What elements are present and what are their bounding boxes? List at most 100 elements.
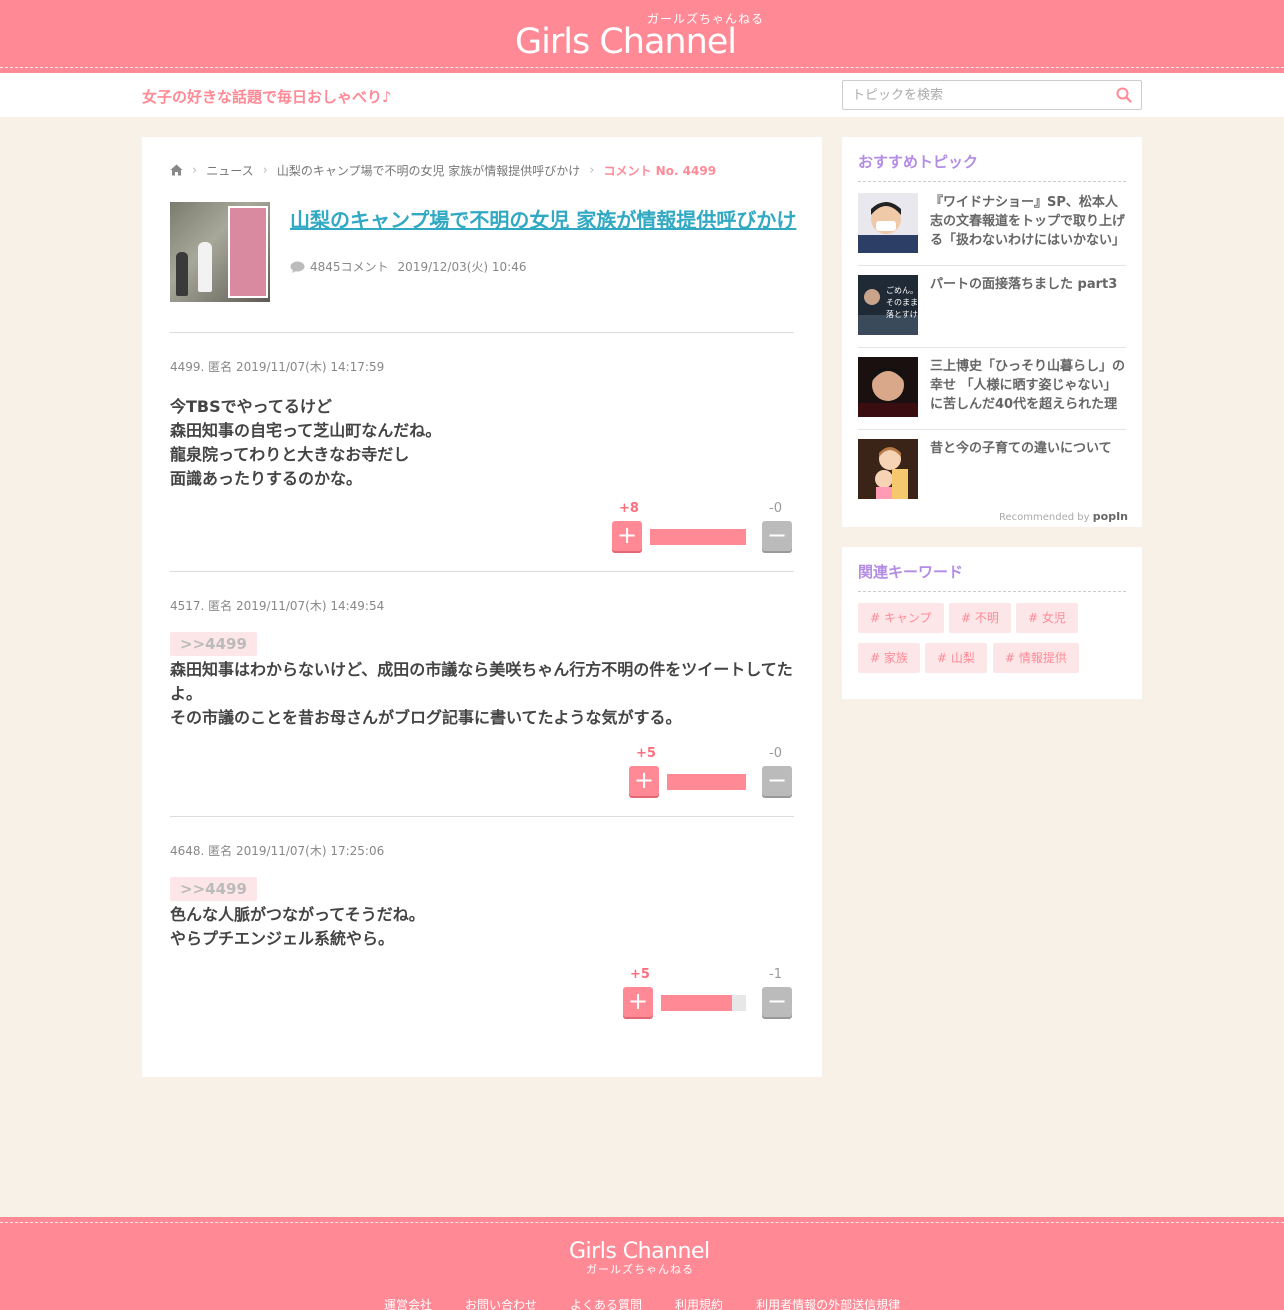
keyword-tag[interactable]: # 不明 xyxy=(949,603,1011,633)
plus-count: +5 xyxy=(630,967,650,982)
footer-links: 運営会社 お問い合わせ よくある質問 利用規約 利用者情報の外部送信規律 xyxy=(384,1296,933,1310)
plus-vote-button[interactable]: + xyxy=(612,521,642,551)
reply-anchor-link[interactable]: >>4499 xyxy=(170,632,257,656)
recommended-by-label: Recommended by xyxy=(999,512,1090,523)
divider xyxy=(170,816,794,817)
comment-body: 森田知事はわからないけど、成田の市議なら美咲ちゃん行方不明の件をツイートしてたよ… xyxy=(170,658,794,730)
footer-divider xyxy=(0,1222,1284,1223)
footer-link-faq[interactable]: よくある質問 xyxy=(570,1296,642,1310)
breadcrumb-news[interactable]: ニュース xyxy=(206,162,253,179)
topic-meta: 4845コメント 2019/12/03(火) 10:46 xyxy=(290,258,526,275)
reply-anchor-link[interactable]: >>4499 xyxy=(170,877,257,901)
site-logo[interactable]: ガールズちゃんねる Girls Channel xyxy=(515,8,775,62)
comment-line: 森田知事はわからないけど、成田の市議なら美咲ちゃん行方不明の件をツイートしてたよ… xyxy=(170,660,793,703)
plus-vote-button[interactable]: + xyxy=(629,766,659,796)
minus-vote-button[interactable]: − xyxy=(762,987,792,1017)
svg-text:落とすけ: 落とすけ xyxy=(886,309,918,319)
recommended-item-text: 『ワイドナショー』SP、松本人志の文春報道をトップで取り上げる「扱わないわけには… xyxy=(930,195,1126,248)
portrait-photo-icon xyxy=(858,357,918,417)
recommended-topics-box: おすすめトピック 『ワイドナショー』SP、松本人志の文春報道をトップで取り上げる… xyxy=(842,137,1142,527)
footer-logo-subtitle: ガールズちゃんねる xyxy=(586,1263,694,1276)
header-divider xyxy=(0,67,1284,68)
vote-ratio-fill xyxy=(650,529,746,545)
recommended-item-text: 三上博史「ひっそり山暮らし」の幸せ 「人様に晒す姿じゃない」に苦しんだ40代を超… xyxy=(930,359,1126,412)
recommended-by-popin[interactable]: Recommended by popIn xyxy=(999,510,1128,523)
chevron-right-icon: › xyxy=(589,162,595,178)
vote-widget: +5 -0 + − xyxy=(612,746,792,796)
footer-link-contact[interactable]: お問い合わせ xyxy=(465,1296,537,1310)
recommended-item-text: 昔と今の子育ての違いについて xyxy=(930,441,1112,456)
comment-item: 4517. 匿名 2019/11/07(木) 14:49:54 >>4499 森… xyxy=(170,597,794,730)
vote-widget: +5 -1 + − xyxy=(612,967,792,1017)
comment-item: 4499. 匿名 2019/11/07(木) 14:17:59 今TBSでやって… xyxy=(170,358,794,491)
recommended-item[interactable]: 『ワイドナショー』SP、松本人志の文春報道をトップで取り上げる「扱わないわけには… xyxy=(858,193,1126,255)
comment-body: 色んな人脈がつながってそうだね。 やらプチエンジェル系統やら。 xyxy=(170,903,794,951)
footer-link-terms[interactable]: 利用規約 xyxy=(675,1296,723,1310)
divider xyxy=(858,347,1126,348)
vote-ratio-fill xyxy=(667,774,746,790)
keyword-tag[interactable]: # 女児 xyxy=(1016,603,1078,633)
topic-title-link[interactable]: 山梨のキャンプ場で不明の女児 家族が情報提供呼びかけ xyxy=(290,204,796,233)
divider xyxy=(170,571,794,572)
vote-widget: +8 -0 + − xyxy=(612,501,792,551)
site-footer: Girls Channel ガールズちゃんねる 運営会社 お問い合わせ よくある… xyxy=(0,1217,1284,1310)
divider xyxy=(858,591,1126,592)
minus-count: -0 xyxy=(769,501,782,516)
vote-ratio-fill xyxy=(661,995,732,1011)
logo-text: Girls Channel xyxy=(515,22,737,62)
divider xyxy=(858,265,1126,266)
divider xyxy=(858,429,1126,430)
vote-ratio-bar xyxy=(661,995,746,1011)
divider xyxy=(170,332,794,333)
home-icon[interactable] xyxy=(170,164,183,176)
recommended-item[interactable]: 昔と今の子育ての違いについて xyxy=(858,439,1126,501)
topic-header: 山梨のキャンプ場で不明の女児 家族が情報提供呼びかけ 4845コメント 2019… xyxy=(170,202,796,302)
comment-body: 今TBSでやってるけど 森田知事の自宅って芝山町なんだね。 龍泉院ってわりと大き… xyxy=(170,395,794,491)
main-content: › ニュース › 山梨のキャンプ場で不明の女児 家族が情報提供呼びかけ › コメ… xyxy=(142,137,822,1077)
keywords-title: 関連キーワード xyxy=(858,563,964,581)
search-input[interactable] xyxy=(843,81,1113,109)
vote-ratio-bar xyxy=(650,529,746,545)
search-box xyxy=(842,80,1142,110)
recommended-title: おすすめトピック xyxy=(858,153,979,171)
topic-thumbnail[interactable] xyxy=(170,202,270,302)
svg-text:そのまま: そのまま xyxy=(886,298,918,307)
breadcrumb-topic[interactable]: 山梨のキャンプ場で不明の女児 家族が情報提供呼びかけ xyxy=(277,162,580,179)
chevron-right-icon: › xyxy=(262,162,268,178)
minus-vote-button[interactable]: − xyxy=(762,766,792,796)
comment-line: 面識あったりするのかな。 xyxy=(170,469,363,488)
plus-vote-button[interactable]: + xyxy=(623,987,653,1017)
person-mask-photo-icon xyxy=(858,193,918,253)
breadcrumb-current: コメント No. 4499 xyxy=(603,163,717,178)
minus-count: -0 xyxy=(769,746,782,761)
comment-bubble-icon xyxy=(290,261,305,273)
family-illustration-icon xyxy=(858,439,918,499)
comment-line: その市議のことを昔お母さんがブログ記事に書いてたような気がする。 xyxy=(170,708,682,727)
recommended-item-text: パートの面接落ちました part3 xyxy=(930,277,1118,292)
comment-line: やらプチエンジェル系統やら。 xyxy=(170,929,395,948)
comment-item: 4648. 匿名 2019/11/07(木) 17:25:06 >>4499 色… xyxy=(170,842,794,951)
recommended-item[interactable]: ごめん。 そのまま 落とすけ パートの面接落ちました part3 xyxy=(858,275,1126,337)
svg-text:ごめん。: ごめん。 xyxy=(886,285,918,295)
comment-line: 今TBSでやってるけど xyxy=(170,397,332,416)
search-icon[interactable] xyxy=(1116,87,1132,103)
minus-vote-button[interactable]: − xyxy=(762,521,792,551)
recommended-item[interactable]: 三上博史「ひっそり山暮らし」の幸せ 「人様に晒す姿じゃない」に苦しんだ40代を超… xyxy=(858,357,1126,419)
keyword-tag[interactable]: # 情報提供 xyxy=(993,643,1079,673)
footer-link-company[interactable]: 運営会社 xyxy=(384,1296,432,1310)
comment-count: 4845コメント xyxy=(310,260,389,274)
breadcrumb: › ニュース › 山梨のキャンプ場で不明の女児 家族が情報提供呼びかけ › コメ… xyxy=(170,161,716,179)
keyword-tag[interactable]: # キャンプ xyxy=(858,603,944,633)
plus-count: +8 xyxy=(619,501,639,516)
keyword-tag[interactable]: # 山梨 xyxy=(925,643,987,673)
comment-header: 4517. 匿名 2019/11/07(木) 14:49:54 xyxy=(170,599,385,613)
comment-line: 龍泉院ってわりと大きなお寺だし xyxy=(170,445,410,464)
tv-caption-photo-icon: ごめん。 そのまま 落とすけ xyxy=(858,275,918,335)
footer-link-external[interactable]: 利用者情報の外部送信規律 xyxy=(756,1296,900,1310)
keyword-tag[interactable]: # 家族 xyxy=(858,643,920,673)
sub-header: 女子の好きな話題で毎日おしゃべり♪ xyxy=(0,73,1284,117)
comment-header: 4648. 匿名 2019/11/07(木) 17:25:06 xyxy=(170,844,385,858)
popin-logo: popIn xyxy=(1092,510,1128,523)
comment-header: 4499. 匿名 2019/11/07(木) 14:17:59 xyxy=(170,360,385,374)
topic-date: 2019/12/03(火) 10:46 xyxy=(397,260,527,274)
